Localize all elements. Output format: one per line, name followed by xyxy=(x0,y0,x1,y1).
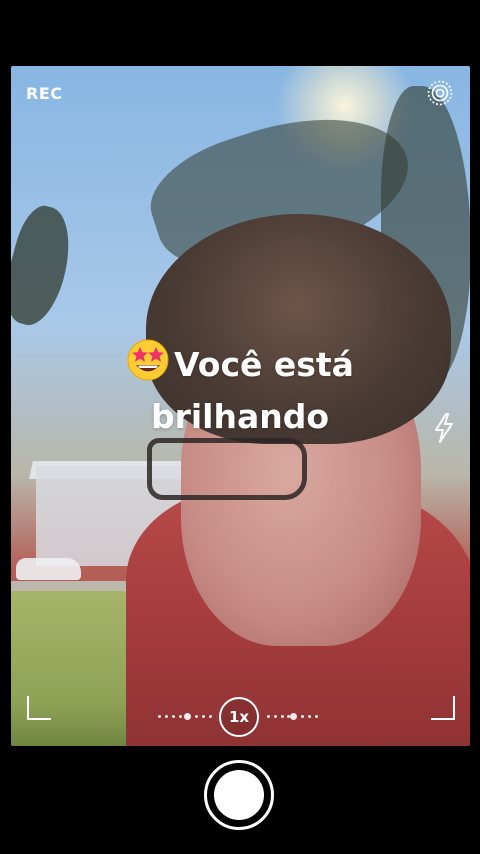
flash-icon[interactable] xyxy=(432,413,456,443)
zoom-control[interactable]: 1x xyxy=(0,697,480,737)
shutter-button-inner[interactable] xyxy=(214,770,264,820)
star-struck-emoji-icon xyxy=(127,339,169,381)
caption-text-line-2: brilhando xyxy=(150,397,330,436)
parked-car xyxy=(16,558,81,580)
rec-indicator: REC xyxy=(26,84,63,103)
zoom-scale-left[interactable] xyxy=(158,713,213,720)
palm-leaves xyxy=(11,200,81,332)
caption-text-line-1: Você está xyxy=(174,345,354,384)
live-photo-icon[interactable] xyxy=(427,80,453,106)
caption-line-1: Você está xyxy=(0,338,480,391)
zoom-scale-right[interactable] xyxy=(267,713,322,720)
eyeglasses xyxy=(147,438,307,500)
effect-caption: Você está brilhando xyxy=(0,338,480,443)
shutter-button[interactable] xyxy=(204,760,274,830)
zoom-level-button[interactable]: 1x xyxy=(219,697,259,737)
